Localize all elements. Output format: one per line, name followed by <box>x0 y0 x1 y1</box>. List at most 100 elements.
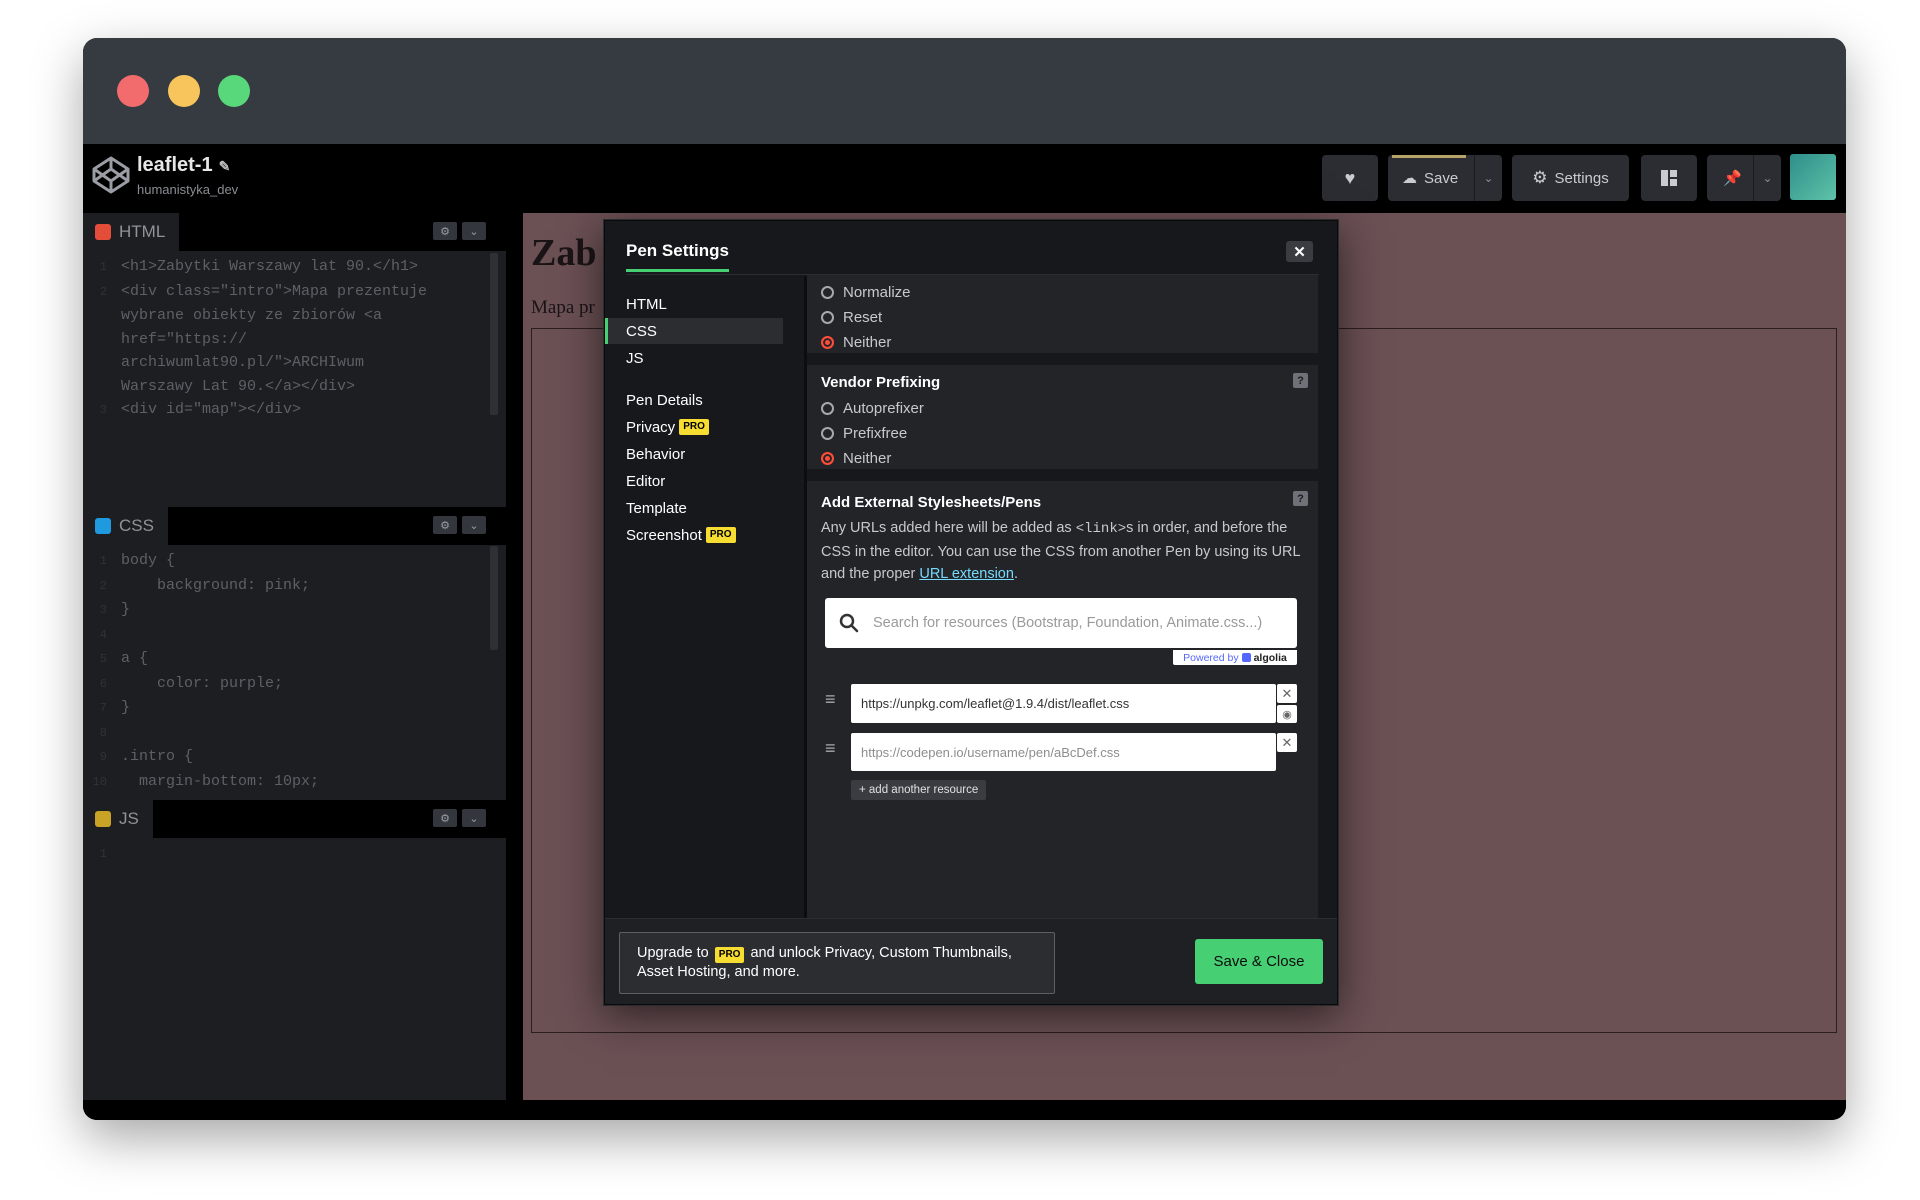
nav-item-css[interactable]: CSS <box>605 318 783 344</box>
radio-option-normalize[interactable]: Normalize <box>821 280 1304 305</box>
help-icon[interactable]: ? <box>1293 491 1308 506</box>
powered-by-algolia[interactable]: Powered by algolia <box>1173 650 1297 665</box>
html5-icon <box>95 224 111 240</box>
resource-search[interactable] <box>825 598 1297 648</box>
js-collapse-chevron-icon[interactable]: ⌄ <box>462 809 486 827</box>
desc-text: Any URLs added here will be added as <box>821 520 1076 536</box>
code-line: 6 color: purple; <box>83 672 506 697</box>
radio-button[interactable] <box>821 286 834 299</box>
modal-close-icon[interactable]: ✕ <box>1286 241 1313 262</box>
radio-option-reset[interactable]: Reset <box>821 305 1304 330</box>
code-line: 11} <box>83 794 506 797</box>
radio-option-autoprefixer[interactable]: Autoprefixer <box>821 396 1304 421</box>
settings-label: Settings <box>1554 169 1609 187</box>
html-collapse-chevron-icon[interactable]: ⌄ <box>462 222 486 240</box>
js-icon <box>95 811 111 827</box>
drag-handle-icon[interactable]: ≡ <box>825 690 841 708</box>
pin-button[interactable]: 📌 ⌄ <box>1707 155 1781 201</box>
user-avatar[interactable] <box>1790 154 1836 200</box>
love-button[interactable]: ♥ <box>1322 155 1378 201</box>
radio-button[interactable] <box>821 402 834 415</box>
remove-resource-icon[interactable]: ✕ <box>1277 733 1297 752</box>
js-code-editor[interactable]: 1 <box>83 842 506 867</box>
js-pane-tab[interactable]: JS <box>83 800 153 838</box>
edit-pencil-icon[interactable]: ✎ <box>219 158 231 174</box>
save-and-close-button[interactable]: Save & Close <box>1195 939 1323 984</box>
css-base-section: Normalize Reset Neither <box>807 275 1318 353</box>
resource-url-input[interactable]: https://codepen.io/username/pen/aBcDef.c… <box>851 733 1276 771</box>
resource-row: ≡ https://unpkg.com/leaflet@1.9.4/dist/l… <box>825 684 1297 723</box>
close-window-button[interactable] <box>117 75 149 107</box>
css-scrollbar[interactable] <box>490 546 498 650</box>
add-another-resource-button[interactable]: + add another resource <box>851 780 987 800</box>
pen-title[interactable]: leaflet-1 ✎ <box>137 154 230 177</box>
modal-footer: Upgrade to PRO and unlock Privacy, Custo… <box>605 918 1337 1004</box>
nav-item-editor[interactable]: Editor <box>605 468 785 494</box>
css-settings-gear-icon[interactable]: ⚙ <box>433 516 457 534</box>
help-icon[interactable]: ? <box>1293 373 1308 388</box>
settings-nav: HTML CSS JS Pen Details Privacy PRO Behav… <box>605 291 785 549</box>
nav-item-pen-details[interactable]: Pen Details <box>605 387 785 413</box>
html-scrollbar[interactable] <box>490 253 498 415</box>
codepen-logo-icon[interactable] <box>91 155 131 195</box>
remove-resource-icon[interactable]: ✕ <box>1277 684 1297 703</box>
radio-label: Neither <box>843 334 892 351</box>
nav-item-html[interactable]: HTML <box>605 291 785 317</box>
code-line: 4 <box>83 623 506 648</box>
css-collapse-chevron-icon[interactable]: ⌄ <box>462 516 486 534</box>
column-resize-handle[interactable] <box>506 213 523 1100</box>
line-number: 11 <box>83 795 107 797</box>
algolia-label: algolia <box>1253 651 1287 664</box>
resource-search-input[interactable] <box>873 615 1273 631</box>
pro-badge: PRO <box>679 419 709 435</box>
code-line: Warszawy Lat 90.</a></div> <box>83 375 506 399</box>
maximize-window-button[interactable] <box>218 75 250 107</box>
minimize-window-button[interactable] <box>168 75 200 107</box>
radio-label: Neither <box>843 450 892 467</box>
url-extension-link[interactable]: URL extension <box>919 566 1014 582</box>
radio-option-neither[interactable]: Neither <box>821 330 1304 355</box>
view-resource-eye-icon[interactable]: ◉ <box>1277 705 1297 723</box>
save-dropdown-chevron-icon[interactable]: ⌄ <box>1474 155 1502 201</box>
layout-button[interactable] <box>1641 155 1697 201</box>
drag-handle-icon[interactable]: ≡ <box>825 739 841 757</box>
pen-author[interactable]: humanistyka_dev <box>137 182 238 197</box>
pro-badge: PRO <box>705 527 736 543</box>
desc-code: <link> <box>1075 521 1127 537</box>
radio-option-neither[interactable]: Neither <box>821 446 1304 471</box>
preview-heading: Zab <box>531 232 597 274</box>
css-pane-tab[interactable]: CSS <box>83 507 168 545</box>
save-button[interactable]: ☁ Save ⌄ <box>1388 155 1502 201</box>
code-text: <div id="map"></div> <box>121 401 302 418</box>
nav-item-template[interactable]: Template <box>605 495 785 521</box>
nav-item-screenshot-label: Screenshot <box>626 526 702 544</box>
radio-button[interactable] <box>821 427 834 440</box>
radio-button[interactable] <box>821 336 834 349</box>
settings-button[interactable]: ⚙ Settings <box>1512 155 1629 201</box>
css-pane-label: CSS <box>119 516 154 535</box>
js-settings-gear-icon[interactable]: ⚙ <box>433 809 457 827</box>
radio-button[interactable] <box>821 452 834 465</box>
code-line: 2 background: pink; <box>83 574 506 599</box>
radio-label: Prefixfree <box>843 425 908 442</box>
code-text: <div class="intro">Mapa prezentuje <box>121 282 428 300</box>
pin-dropdown-chevron-icon[interactable]: ⌄ <box>1753 155 1781 201</box>
radio-button[interactable] <box>821 311 834 324</box>
nav-item-js[interactable]: JS <box>605 345 785 371</box>
code-text: href="https:// <box>121 330 248 348</box>
html-pane-tab[interactable]: HTML <box>83 213 180 251</box>
powered-by-label: Powered by <box>1183 651 1239 664</box>
html-code-editor[interactable]: 1 <h1>Zabytki Warszawy lat 90.</h1> 2 <div … <box>83 255 506 423</box>
nav-item-screenshot[interactable]: Screenshot PRO <box>605 522 785 548</box>
css-code-editor[interactable]: 1 body {2 background: pink; 3} 4 5 a {6 color… <box>83 549 506 797</box>
nav-item-behavior[interactable]: Behavior <box>605 441 785 467</box>
resource-url-input[interactable]: https://unpkg.com/leaflet@1.9.4/dist/lea… <box>851 684 1276 723</box>
code-text: a { <box>121 650 149 667</box>
html-pane-header: HTML ⚙ ⌄ <box>83 213 506 251</box>
upgrade-banner[interactable]: Upgrade to PRO and unlock Privacy, Custo… <box>619 932 1055 994</box>
nav-item-privacy[interactable]: Privacy PRO <box>605 414 785 440</box>
external-stylesheets-description: Any URLs added here will be added as <li… <box>821 517 1306 586</box>
line-number: 10 <box>92 774 107 789</box>
html-settings-gear-icon[interactable]: ⚙ <box>433 222 457 240</box>
radio-option-prefixfree[interactable]: Prefixfree <box>821 421 1304 446</box>
